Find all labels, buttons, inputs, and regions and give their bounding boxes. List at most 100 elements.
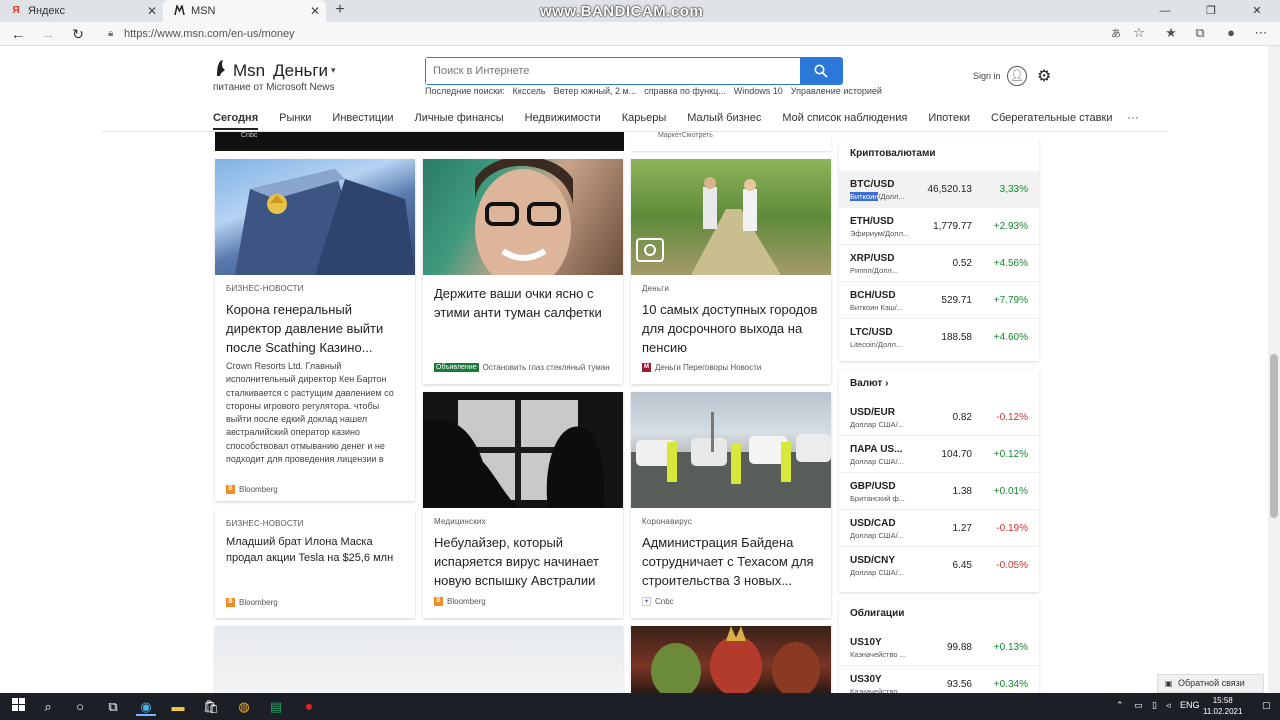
quote-row[interactable]: USD/CNY Доллар США/... 6.45 -0.05% xyxy=(839,547,1039,584)
clock[interactable]: 15:58 11.02.2021 xyxy=(1203,695,1242,717)
minimize-icon[interactable]: — xyxy=(1142,0,1188,22)
quote-row[interactable]: ПАРА US... Доллар США/... 104.70 +0.12% xyxy=(839,436,1039,473)
close-tab-icon[interactable]: ✕ xyxy=(147,0,157,22)
recent-search-item[interactable]: справка по функц... xyxy=(644,86,726,96)
battery-icon[interactable]: ▯ xyxy=(1152,700,1157,711)
gear-icon[interactable]: ⚙ xyxy=(1037,66,1051,86)
language-indicator[interactable]: ENG xyxy=(1180,700,1200,710)
recent-search-item[interactable]: Windows 10 xyxy=(734,86,783,96)
logo-text: Msn xyxy=(233,60,266,80)
tray-chevron-icon[interactable]: ⌃ xyxy=(1116,700,1124,711)
excel-icon[interactable]: ▤ xyxy=(266,697,286,716)
translate-icon[interactable]: あ xyxy=(1106,25,1126,40)
partial-news-card[interactable] xyxy=(215,626,623,693)
quote-row[interactable]: BCH/USD Биткоин Кэш/... 529.71 +7.79% xyxy=(839,282,1039,319)
widget-title[interactable]: Облигации xyxy=(850,608,904,619)
volume-icon[interactable]: ◃ xyxy=(1166,700,1171,711)
restore-icon[interactable]: ❐ xyxy=(1188,0,1234,22)
article-category: Коронавирус xyxy=(642,517,693,526)
search-button[interactable] xyxy=(800,58,842,84)
notifications-icon[interactable]: ▢ xyxy=(1262,700,1271,711)
partial-card-top[interactable]: МаркетСмотреть xyxy=(631,132,831,151)
article-title[interactable]: Младший брат Илона Маска продал акции Te… xyxy=(226,534,405,566)
crypto-widget: Криптовалютами BTC/USD Биткоин/Долл... 4… xyxy=(839,139,1039,361)
article-title[interactable]: 10 самых доступных городов для досрочног… xyxy=(642,300,821,357)
article-title[interactable]: Администрация Байдена сотрудничает с Тех… xyxy=(642,533,821,590)
news-card[interactable]: Коронавирус Администрация Байдена сотруд… xyxy=(631,392,831,618)
quote-row[interactable]: USD/CAD Доллар США/... 1.27 -0.19% xyxy=(839,510,1039,547)
nav-small-business[interactable]: Малый бизнес xyxy=(687,112,761,130)
nav-markets[interactable]: Рынки xyxy=(279,112,311,130)
profile-icon[interactable]: ● xyxy=(1221,25,1241,40)
nav-savings-rates[interactable]: Сберегательные ставки xyxy=(991,112,1112,130)
url-field[interactable]: 🔒︎ https://www.msn.com/en-us/money xyxy=(108,25,1108,43)
quote-value: 104.70 xyxy=(941,449,972,460)
search-icon[interactable]: ⌕ xyxy=(38,697,58,716)
collections-icon[interactable]: ⧉ xyxy=(1190,25,1210,41)
close-window-icon[interactable]: ✕ xyxy=(1234,0,1280,22)
article-title[interactable]: Корона генеральный директор давление вый… xyxy=(226,300,405,357)
partial-news-card[interactable] xyxy=(631,626,831,693)
address-bar-row: ← → ↻ 🔒︎ https://www.msn.com/en-us/money… xyxy=(0,22,1280,46)
add-favorite-icon[interactable]: ☆ xyxy=(1129,25,1149,41)
news-card[interactable]: Медицинских Небулайзер, который испаряет… xyxy=(423,392,623,618)
section-title[interactable]: Деньги xyxy=(273,61,328,81)
search-input[interactable] xyxy=(426,58,800,84)
more-nav-icon[interactable]: ··· xyxy=(1127,110,1139,124)
nav-investing[interactable]: Инвестиции xyxy=(332,112,393,130)
file-explorer-icon[interactable]: ▬ xyxy=(168,697,188,716)
quote-row[interactable]: GBP/USD Британский ф... 1.38 +0.01% xyxy=(839,473,1039,510)
back-icon[interactable]: ← xyxy=(8,24,28,44)
nav-real-estate[interactable]: Недвижимости xyxy=(525,112,601,130)
ad-card[interactable]: Держите ваши очки ясно с этими анти тума… xyxy=(423,159,623,384)
cortana-icon[interactable]: ○ xyxy=(70,697,90,716)
tab-msn[interactable]: MSN ✕ xyxy=(163,0,326,22)
quote-desc: Биткоин/Долл... xyxy=(850,192,905,201)
tab-yandex[interactable]: Я Яндекс ✕ xyxy=(0,0,163,22)
refresh-icon[interactable]: ↻ xyxy=(68,24,88,44)
quote-value: 0.82 xyxy=(952,412,972,423)
network-icon[interactable]: ▭ xyxy=(1134,700,1143,711)
more-menu-icon[interactable]: ⋯ xyxy=(1251,25,1271,41)
avatar-icon[interactable]: 👤︎ xyxy=(1007,66,1027,86)
nav-today[interactable]: Сегодня xyxy=(213,112,259,130)
signin-link[interactable]: Sign in xyxy=(973,71,1001,81)
store-icon[interactable]: 🛍︎ xyxy=(201,697,221,716)
new-tab-button[interactable]: + xyxy=(326,0,354,22)
task-view-icon[interactable]: ⧉ xyxy=(103,697,123,716)
recent-search-item[interactable]: Ветер южный, 2 м... xyxy=(554,86,637,96)
scrollbar-thumb[interactable] xyxy=(1270,354,1278,518)
quote-row[interactable]: ETH/USD Эфириум/Долл... 1,779.77 +2.93% xyxy=(839,208,1039,245)
nav-personal-finance[interactable]: Личные финансы xyxy=(415,112,504,130)
nav-mortgages[interactable]: Ипотеки xyxy=(928,112,970,130)
article-image xyxy=(423,392,623,508)
news-card[interactable]: БИЗНЕС-НОВОСТИ Младший брат Илона Маска … xyxy=(215,509,415,618)
quote-row[interactable]: BTC/USD Биткоин/Долл... 46,520.13 3,33% xyxy=(839,171,1039,208)
chevron-down-icon[interactable]: ▾ xyxy=(331,65,336,76)
favorites-icon[interactable]: ★ xyxy=(1161,25,1181,41)
nav-careers[interactable]: Карьеры xyxy=(622,112,667,130)
recent-search-item[interactable]: Кксcель xyxy=(513,86,546,96)
msn-logo[interactable]: Msn Деньги ▾ xyxy=(215,58,336,83)
news-card[interactable]: Деньги 10 самых доступных городов для до… xyxy=(631,159,831,384)
news-card[interactable]: БИЗНЕС-НОВОСТИ Корона генеральный директ… xyxy=(215,159,415,501)
close-tab-icon[interactable]: ✕ xyxy=(310,0,320,22)
quote-row[interactable]: US10Y Казначейство ... 99.88 +0.13% xyxy=(839,629,1039,666)
widget-title[interactable]: Криптовалютами xyxy=(850,148,936,159)
edge-icon[interactable]: ◉ xyxy=(136,697,156,716)
bandicam-icon[interactable]: ⏺ xyxy=(299,697,319,716)
quote-row[interactable]: XRP/USD Риппл/Долл... 0.52 +4.56% xyxy=(839,245,1039,282)
chrome-icon[interactable]: ◍ xyxy=(234,697,254,716)
nav-watchlist[interactable]: Мой список наблюдения xyxy=(782,112,907,130)
windows-start-icon[interactable] xyxy=(8,697,28,716)
quote-row[interactable]: USD/EUR Доллар США/... 0.82 -0.12% xyxy=(839,399,1039,436)
feedback-button[interactable]: ▣ Обратной связи xyxy=(1157,674,1264,693)
article-title[interactable]: Держите ваши очки ясно с этими анти тума… xyxy=(434,284,613,322)
manage-history-link[interactable]: Управление историей xyxy=(791,86,882,96)
forward-icon[interactable]: → xyxy=(38,24,58,44)
quote-symbol: BTC/USD xyxy=(850,179,895,190)
partial-card-top[interactable]: Cnbc xyxy=(215,132,624,151)
article-title[interactable]: Небулайзер, который испаряется вирус нач… xyxy=(434,533,613,590)
quote-row[interactable]: LTC/USD Litecoin/Долл... 188.58 +4.60% xyxy=(839,319,1039,356)
widget-title[interactable]: Валют › xyxy=(850,378,888,389)
